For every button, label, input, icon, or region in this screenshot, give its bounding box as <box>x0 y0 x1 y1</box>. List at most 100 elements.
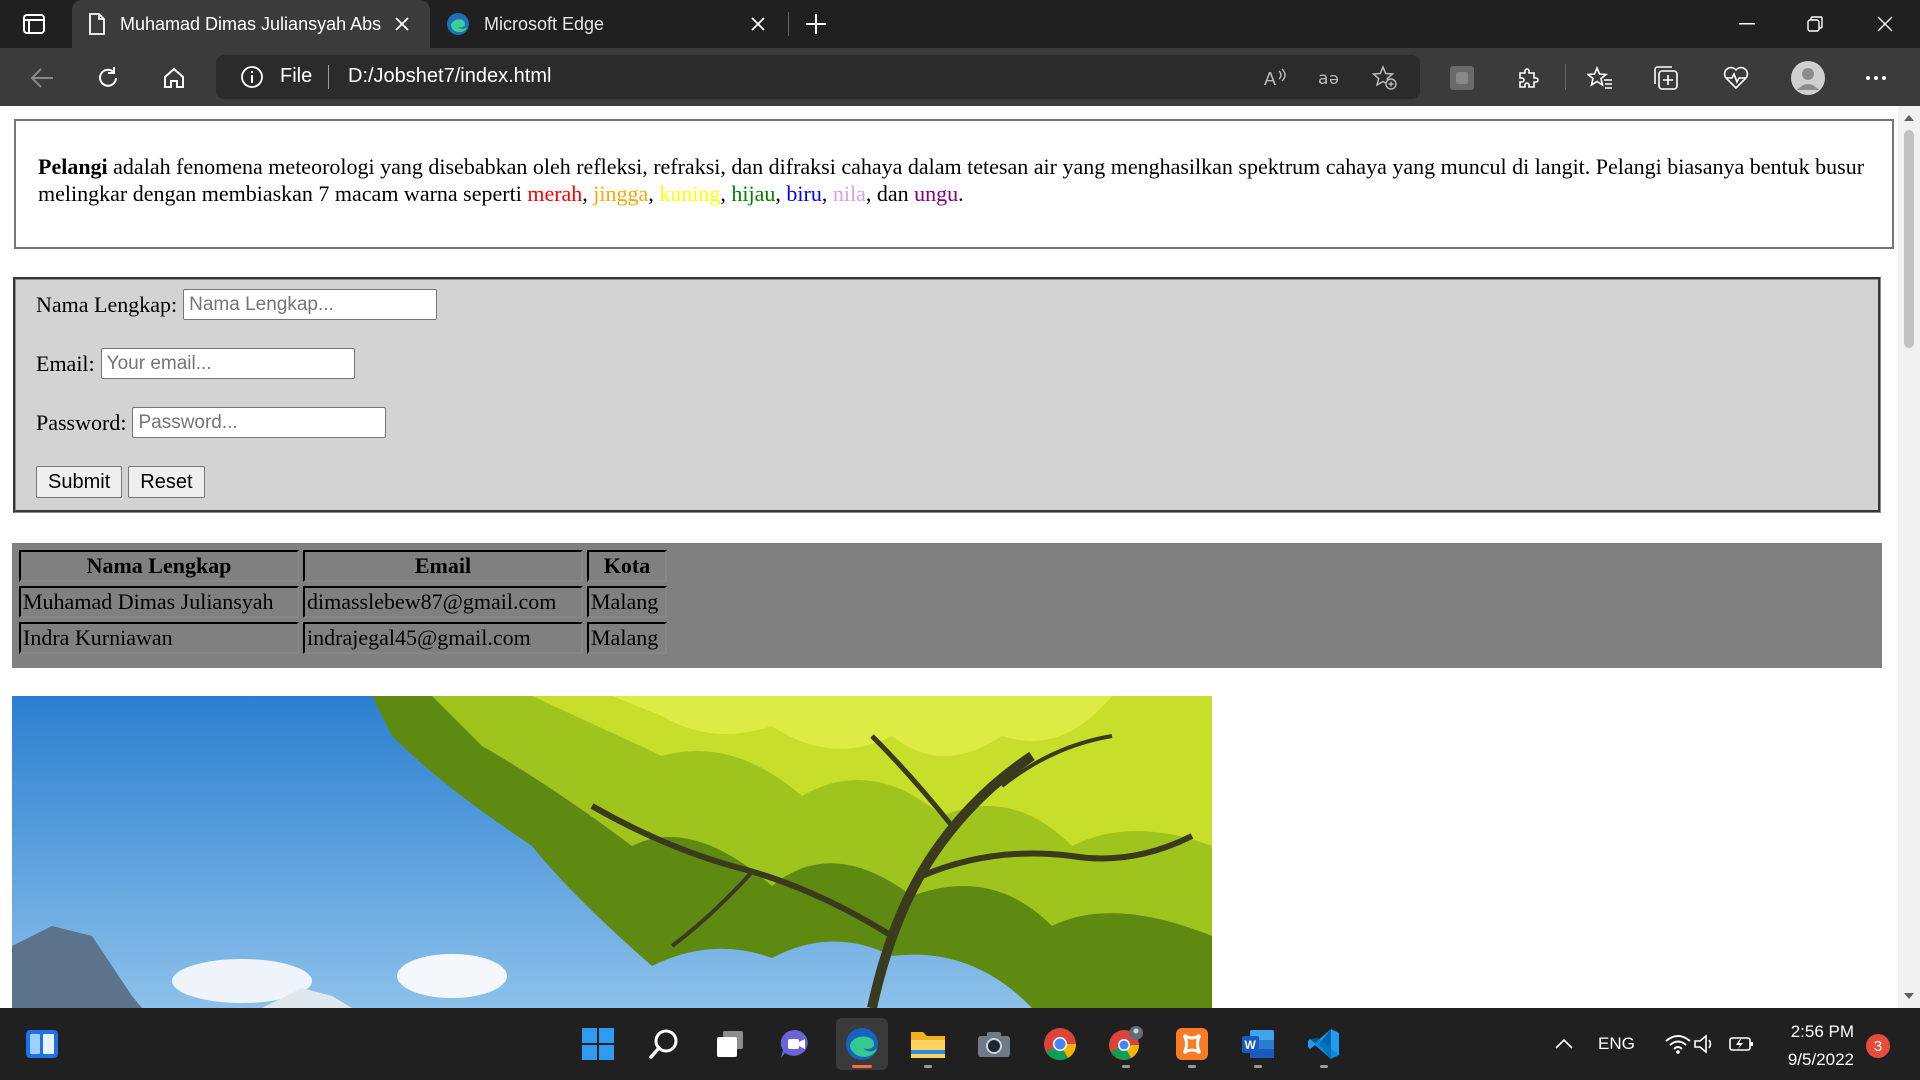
scroll-up-button[interactable] <box>1903 112 1915 124</box>
notification-badge[interactable]: 3 <box>1866 1034 1890 1058</box>
battery-status[interactable] <box>1722 1018 1762 1070</box>
reset-button[interactable]: Reset <box>128 466 205 498</box>
back-button[interactable] <box>24 60 60 96</box>
windows-start-icon <box>582 1028 614 1060</box>
taskbar-word[interactable]: W <box>1232 1018 1284 1070</box>
more-dots-icon <box>1866 76 1886 80</box>
name-row: Nama Lengkap: <box>36 289 438 320</box>
info-icon[interactable] <box>240 65 264 89</box>
translate-icon[interactable]: aǝ <box>1318 65 1344 91</box>
chevron-up-icon <box>1555 1039 1573 1049</box>
chat-icon <box>780 1029 808 1058</box>
email-input[interactable] <box>100 348 355 379</box>
restore-button[interactable] <box>1782 0 1848 48</box>
column-header-email: Email <box>303 550 583 582</box>
chrome-profile-icon <box>1109 1026 1143 1060</box>
browser-tab-bar: Muhamad Dimas Juliansyah Abs Microsoft E… <box>0 0 1920 48</box>
teams-chat-button[interactable] <box>770 1018 822 1070</box>
page-icon <box>89 13 105 35</box>
password-input[interactable] <box>132 407 387 438</box>
search-icon <box>649 1029 678 1059</box>
battery-charging-icon <box>1729 1037 1753 1051</box>
extensions-button[interactable] <box>1510 60 1546 96</box>
table-container: Nama Lengkap Email Kota Muhamad Dimas Ju… <box>12 543 1882 668</box>
comma: , <box>821 181 833 206</box>
cell-email: dimasslebew87@gmail.com <box>303 586 583 618</box>
column-header-nama: Nama Lengkap <box>19 550 299 582</box>
svg-text:a: a <box>1318 69 1328 89</box>
start-button[interactable] <box>572 1018 624 1070</box>
favorites-icon <box>1587 66 1612 89</box>
comma: , <box>775 181 787 206</box>
scrollbar-thumb[interactable] <box>1904 130 1914 348</box>
read-aloud-icon[interactable]: A <box>1264 65 1290 91</box>
favorites-button[interactable] <box>1582 60 1618 96</box>
folder-icon <box>911 1032 945 1058</box>
language-indicator[interactable]: ENG <box>1598 1034 1635 1054</box>
taskbar-edge[interactable] <box>836 1018 888 1070</box>
data-table: Nama Lengkap Email Kota Muhamad Dimas Ju… <box>15 546 671 658</box>
name-label: Nama Lengkap: <box>36 291 178 317</box>
scroll-down-button[interactable] <box>1903 990 1915 1002</box>
address-url[interactable]: D:/Jobshet7/index.html <box>348 65 551 88</box>
collections-button[interactable] <box>1648 60 1684 96</box>
minimize-button[interactable] <box>1714 0 1780 48</box>
running-indicator <box>924 1065 932 1068</box>
tab-title: Muhamad Dimas Juliansyah Abs <box>120 13 382 34</box>
toolbar-divider <box>1565 64 1566 90</box>
volume-status[interactable] <box>1690 1018 1720 1070</box>
svg-text:ǝ: ǝ <box>1329 69 1339 88</box>
edge-logo-icon <box>447 13 469 35</box>
color-word-biru: biru <box>786 181 822 206</box>
triangle-up-icon <box>1904 115 1914 121</box>
address-bar[interactable]: File D:/Jobshet7/index.html A aǝ <box>216 55 1420 99</box>
clock-time[interactable]: 2:56 PM <box>1790 1022 1854 1042</box>
task-view-icon <box>717 1031 743 1057</box>
browser-toolbar: File D:/Jobshet7/index.html A aǝ <box>0 48 1920 106</box>
refresh-button[interactable] <box>90 60 126 96</box>
submit-button[interactable]: Submit <box>36 466 123 498</box>
xampp-icon <box>1176 1028 1208 1060</box>
taskbar-chrome[interactable] <box>1034 1018 1086 1070</box>
color-word-kuning: kuning <box>659 181 721 206</box>
edge-logo-icon <box>846 1028 878 1060</box>
taskbar-vscode[interactable] <box>1298 1018 1350 1070</box>
task-view-button[interactable] <box>704 1018 756 1070</box>
tab-close-button[interactable] <box>390 12 414 36</box>
close-icon <box>751 17 765 31</box>
tab-actions-icon <box>23 14 45 34</box>
profile-button[interactable] <box>1790 60 1826 96</box>
name-input[interactable] <box>183 289 438 320</box>
vertical-scrollbar[interactable] <box>1898 106 1920 1008</box>
home-button[interactable] <box>156 60 192 96</box>
show-hidden-icons-button[interactable] <box>1538 1018 1590 1070</box>
tab-actions-button[interactable] <box>18 10 50 38</box>
settings-more-button[interactable] <box>1858 60 1894 96</box>
close-window-button[interactable] <box>1852 0 1918 48</box>
table-header-row: Nama Lengkap Email Kota <box>19 550 667 582</box>
password-label: Password: <box>36 409 127 435</box>
comma: , <box>648 181 660 206</box>
rainbow-paragraph-box: Pelangi adalah fenomena meteorologi yang… <box>14 119 1894 249</box>
search-button[interactable] <box>638 1018 690 1070</box>
word-icon: W <box>1242 1030 1274 1058</box>
widgets-button[interactable] <box>16 1018 68 1070</box>
tab-close-button[interactable] <box>746 12 770 36</box>
browser-essentials-button[interactable] <box>1718 60 1754 96</box>
tab-microsoft-edge[interactable]: Microsoft Edge <box>430 0 786 48</box>
tab-divider <box>788 12 789 36</box>
email-row: Email: <box>36 348 355 379</box>
restore-icon <box>1807 16 1823 32</box>
collections-icon <box>1654 66 1678 90</box>
extension-button[interactable] <box>1444 60 1480 96</box>
favorite-star-add-icon[interactable] <box>1372 65 1398 91</box>
new-tab-button[interactable] <box>800 8 832 40</box>
taskbar-chrome-profile[interactable] <box>1100 1018 1152 1070</box>
taskbar-camera[interactable] <box>968 1018 1020 1070</box>
clock-date[interactable]: 9/5/2022 <box>1780 1050 1854 1070</box>
password-row: Password: <box>36 407 387 438</box>
taskbar-file-explorer[interactable] <box>902 1018 954 1070</box>
table-row: Indra Kurniawan indrajegal45@gmail.com M… <box>19 622 667 654</box>
tab-active[interactable]: Muhamad Dimas Juliansyah Abs <box>72 0 430 48</box>
taskbar-xampp[interactable] <box>1166 1018 1218 1070</box>
